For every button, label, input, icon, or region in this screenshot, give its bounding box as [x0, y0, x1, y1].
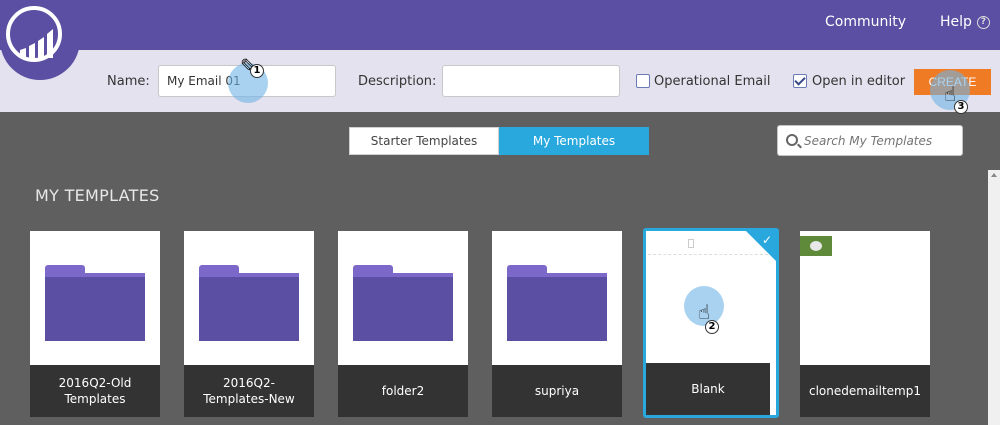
scrollbar[interactable]: [988, 170, 1000, 425]
tab-my-templates[interactable]: My Templates: [499, 127, 649, 155]
description-label: Description:: [358, 74, 437, 89]
name-label: Name:: [107, 74, 150, 89]
template-name: 2016Q2-Templates-New: [184, 365, 314, 417]
nav-community[interactable]: Community: [825, 14, 906, 30]
help-icon: ?: [976, 15, 990, 29]
search-input[interactable]: [804, 130, 954, 152]
open-in-editor-checkbox[interactable]: [793, 74, 807, 88]
template-name: folder2: [338, 365, 468, 417]
marketo-logo[interactable]: [0, 0, 80, 80]
open-in-editor-label: Open in editor: [812, 74, 906, 89]
template-name: supriya: [492, 365, 622, 417]
template-thumbnail: [800, 236, 832, 256]
description-input[interactable]: [442, 65, 620, 97]
search-icon: [786, 134, 798, 146]
template-name: 2016Q2-Old Templates: [30, 365, 160, 417]
tab-starter-templates[interactable]: Starter Templates: [349, 127, 499, 155]
step-badge-2: 2: [705, 320, 719, 334]
checkmark-icon: ✓: [761, 233, 772, 247]
template-name: clonedemailtemp1: [800, 365, 930, 417]
template-card[interactable]: 2016Q2-Templates-New: [184, 231, 314, 417]
top-bar: Community Help ?: [0, 0, 1000, 50]
email-form-bar: Name: Description: Operational Email Ope…: [0, 50, 1000, 112]
template-name: Blank: [646, 363, 770, 415]
section-title: MY TEMPLATES: [35, 186, 160, 205]
template-card[interactable]: supriya: [492, 231, 622, 417]
template-card[interactable]: clonedemailtemp1: [800, 231, 930, 417]
logo-bars-icon: [20, 29, 53, 58]
template-card[interactable]: 2016Q2-Old Templates: [30, 231, 160, 417]
nav-help[interactable]: Help ?: [940, 14, 990, 30]
step-badge-3: 3: [954, 100, 968, 114]
step-badge-1: 1: [250, 64, 264, 78]
folder-icon: [353, 265, 453, 341]
template-tabs: Starter Templates My Templates: [349, 127, 649, 155]
folder-icon: [45, 265, 145, 341]
folder-icon: [199, 265, 299, 341]
nav-help-label: Help: [940, 14, 972, 30]
operational-email-label: Operational Email: [654, 74, 771, 89]
template-card[interactable]: folder2: [338, 231, 468, 417]
folder-icon: [507, 265, 607, 341]
operational-email-checkbox[interactable]: [636, 74, 650, 88]
search-box: [777, 125, 963, 156]
